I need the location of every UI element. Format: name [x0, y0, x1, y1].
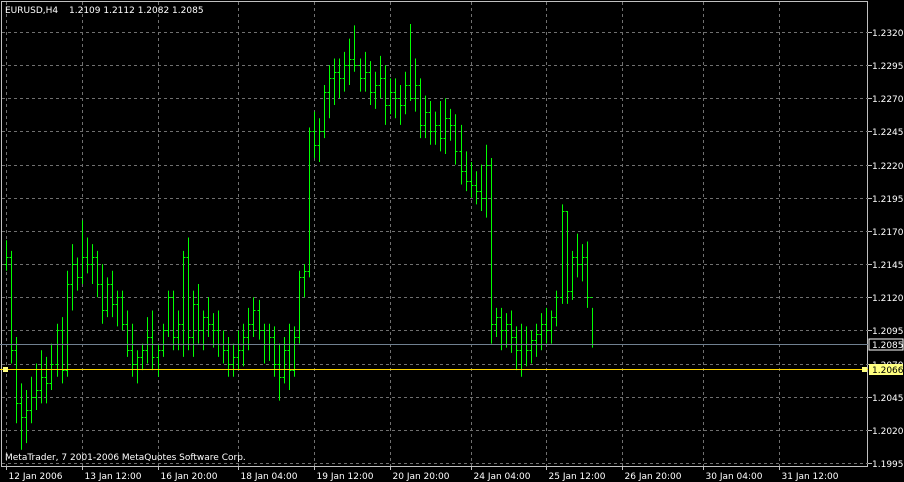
- y-tick-label: 1.2320: [872, 29, 904, 39]
- chart-background: [0, 0, 904, 482]
- y-tick-label: 1.2045: [872, 394, 904, 404]
- symbol-label: EURUSD,H4: [5, 6, 58, 16]
- y-tick-label: 1.1995: [872, 460, 904, 470]
- x-tick-label: 26 Jan 20:00: [625, 472, 682, 482]
- y-tick-label: 1.2220: [872, 162, 904, 172]
- copyright-label: MetaTrader, 7 2001-2006 MetaQuotes Softw…: [5, 453, 246, 463]
- x-tick-label: 30 Jan 04:00: [706, 472, 763, 482]
- x-tick-label: 31 Jan 12:00: [782, 472, 839, 482]
- bid-price-label: 1.2085: [872, 341, 904, 351]
- price-chart[interactable]: 1.2320 1.2295 1.2270 1.2245 1.2220 1.2195 1.21…: [0, 0, 904, 482]
- x-tick-label: 24 Jan 04:00: [474, 472, 531, 482]
- x-tick-label: 16 Jan 20:00: [161, 472, 218, 482]
- x-tick-label: 13 Jan 12:00: [85, 472, 142, 482]
- hline-price-label: 1.2066: [872, 366, 904, 376]
- ohlc-label: 1.2109 1.2112 1.2082 1.2085: [69, 6, 204, 16]
- y-tick-label: 1.2270: [872, 95, 904, 105]
- y-tick-label: 1.2145: [872, 261, 904, 271]
- y-tick-label: 1.2195: [872, 195, 904, 205]
- y-tick-label: 1.2120: [872, 294, 904, 304]
- hline-handle-left[interactable]: [3, 367, 8, 372]
- hline-handle-right[interactable]: [862, 367, 867, 372]
- x-tick-label: 18 Jan 04:00: [241, 472, 298, 482]
- x-tick-label: 19 Jan 12:00: [317, 472, 374, 482]
- y-tick-label: 1.2295: [872, 62, 904, 72]
- x-tick-label: 25 Jan 12:00: [549, 472, 606, 482]
- y-tick-label: 1.2020: [872, 427, 904, 437]
- y-tick-label: 1.2170: [872, 228, 904, 238]
- x-tick-label: 12 Jan 2006: [9, 472, 63, 482]
- y-tick-label: 1.2095: [872, 327, 904, 337]
- y-tick-label: 1.2245: [872, 128, 904, 138]
- x-tick-label: 20 Jan 20:00: [393, 472, 450, 482]
